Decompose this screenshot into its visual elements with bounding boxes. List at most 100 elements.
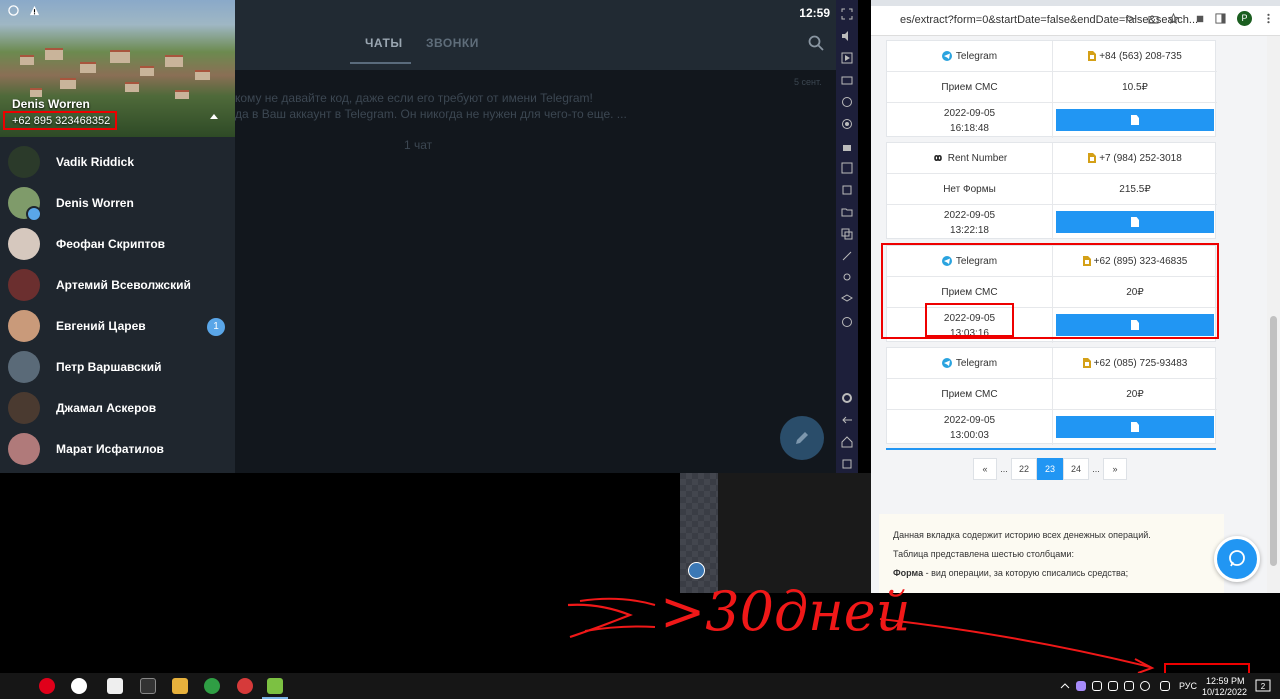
recents-icon[interactable] <box>841 458 853 470</box>
contact-item[interactable]: Марат Исфатилов <box>0 428 235 469</box>
opera-icon[interactable] <box>39 678 55 694</box>
record-icon[interactable] <box>841 118 853 130</box>
back-icon[interactable] <box>841 414 853 426</box>
menu-icon[interactable] <box>1263 13 1274 24</box>
word-app-icon[interactable] <box>140 678 156 694</box>
details-button[interactable] <box>1056 416 1214 438</box>
folder-icon[interactable] <box>841 206 853 218</box>
tray-pen-icon[interactable] <box>1076 681 1086 691</box>
operation-record: Telegram +84 (563) 208-735 Прием СМС 10.5₽ 2… <box>886 40 1217 138</box>
apk-icon[interactable] <box>841 140 853 152</box>
taskbar-date[interactable]: 10/12/2022 <box>1202 687 1247 697</box>
rotate-icon[interactable] <box>841 316 853 328</box>
search-icon[interactable] <box>808 35 824 51</box>
pagination-ellipsis-left: ... <box>1000 464 1008 474</box>
document-app-icon[interactable] <box>107 678 123 694</box>
avatar <box>8 310 40 342</box>
phone-cell: +84 (563) 208-735 <box>1053 41 1217 71</box>
pagination-next[interactable]: » <box>1103 458 1127 480</box>
contact-item[interactable]: Артемий Всеволжский <box>0 264 235 305</box>
tab-calls[interactable]: ЗВОНКИ <box>426 36 479 50</box>
unread-badge: 1 <box>207 318 225 336</box>
language-indicator[interactable]: РУС <box>1179 681 1197 691</box>
replay-icon[interactable] <box>841 96 853 108</box>
layers-icon[interactable] <box>841 294 853 306</box>
operation-type: Нет Формы <box>943 183 996 195</box>
service-cell: Telegram <box>887 41 1052 71</box>
telegram-icon <box>941 51 952 61</box>
telegram-app: ЧАТЫ ЗВОНКИ 12:59 5 сент. кому не давайт… <box>0 0 836 473</box>
tray-screen-icon[interactable] <box>1092 681 1102 691</box>
volume-tray-icon[interactable] <box>1140 681 1150 691</box>
contact-item[interactable]: Vadik Riddick <box>0 141 235 182</box>
contact-item[interactable]: Петр Варшавский <box>0 346 235 387</box>
contact-item[interactable]: Джамал Аскеров <box>0 387 235 428</box>
support-chat-button[interactable] <box>1214 536 1260 582</box>
phone-number: +7 (984) 252-3018 <box>1099 152 1182 164</box>
home-icon[interactable] <box>841 436 853 448</box>
share-icon[interactable] <box>1148 13 1159 24</box>
info-line1: Данная вкладка содержит историю всех ден… <box>893 530 1151 540</box>
tray-monitor-icon[interactable] <box>1124 681 1134 691</box>
sim-card-icon <box>1088 153 1097 163</box>
message-preview-line1: кому не давайте код, даже если его требу… <box>235 91 593 105</box>
contact-name: Евгений Царев <box>56 319 146 333</box>
erase-icon[interactable] <box>841 250 853 262</box>
details-button[interactable] <box>1056 109 1214 131</box>
contact-item[interactable]: Феофан Скриптов <box>0 223 235 264</box>
compose-button[interactable] <box>780 416 824 460</box>
chart-icon[interactable] <box>841 162 853 174</box>
phone-number: +62 (085) 725-93483 <box>1093 357 1188 369</box>
keyboard-icon[interactable] <box>841 74 853 86</box>
expand-icon[interactable] <box>841 8 853 20</box>
avatar <box>8 392 40 424</box>
avatar <box>8 269 40 301</box>
chrome-icon[interactable] <box>204 678 220 694</box>
operation-datetime: 2022-09-05 13:22:18 <box>887 205 1052 240</box>
profile-avatar[interactable]: P <box>1237 11 1252 26</box>
contact-item[interactable]: Евгений Царев 1 <box>0 305 235 346</box>
service-name: Telegram <box>955 357 998 369</box>
service-name: Telegram <box>955 50 998 62</box>
chat-count: 1 чат <box>404 138 433 152</box>
app-icon-ring[interactable] <box>71 678 87 694</box>
contact-item[interactable]: Denis Worren <box>0 182 235 223</box>
location-icon[interactable] <box>841 272 853 284</box>
tab-chats[interactable]: ЧАТЫ <box>365 36 403 50</box>
extensions-icon[interactable] <box>1195 13 1206 24</box>
highlight-date-box <box>925 303 1014 337</box>
settings-icon[interactable] <box>841 392 853 404</box>
file-explorer-icon[interactable] <box>172 678 188 694</box>
key-icon[interactable] <box>1126 13 1137 24</box>
tab-strip <box>871 0 1280 6</box>
telegram-icon <box>941 358 952 368</box>
contact-name: Феофан Скриптов <box>56 237 166 251</box>
star-icon[interactable] <box>1168 13 1179 24</box>
infinity-icon <box>933 154 942 162</box>
pagination-prev[interactable]: « <box>973 458 997 480</box>
details-button[interactable] <box>1056 211 1214 233</box>
phone-cell: +7 (984) 252-3018 <box>1053 143 1217 173</box>
pagination-page-22[interactable]: 22 <box>1011 458 1037 480</box>
page-scrollbar[interactable] <box>1267 36 1280 593</box>
network-icon[interactable] <box>1160 681 1170 691</box>
bluestacks-icon[interactable] <box>267 678 283 694</box>
account-expand-icon[interactable] <box>210 114 218 119</box>
sidepanel-icon[interactable] <box>1215 13 1226 24</box>
document-icon <box>1131 115 1139 125</box>
tray-app-icon[interactable] <box>1108 681 1118 691</box>
emulator-toolbar <box>836 0 858 473</box>
operation-record: Rent Number +7 (984) 252-3018 Нет Формы 215… <box>886 142 1217 240</box>
notifications-icon[interactable]: 2 <box>1255 678 1271 694</box>
copy-icon[interactable] <box>841 228 853 240</box>
play-icon[interactable] <box>841 52 853 64</box>
screenshot-icon[interactable] <box>841 184 853 196</box>
taskbar-time[interactable]: 12:59 PM <box>1206 676 1245 686</box>
handwriting-text: >30дней <box>660 580 911 643</box>
chrome-canary-icon[interactable] <box>237 678 253 694</box>
pagination-page-23[interactable]: 23 <box>1037 458 1063 480</box>
volume-icon[interactable] <box>841 30 853 42</box>
pagination-page-24[interactable]: 24 <box>1063 458 1089 480</box>
tray-expand-icon[interactable] <box>1060 681 1070 691</box>
warning-icon <box>29 5 40 16</box>
